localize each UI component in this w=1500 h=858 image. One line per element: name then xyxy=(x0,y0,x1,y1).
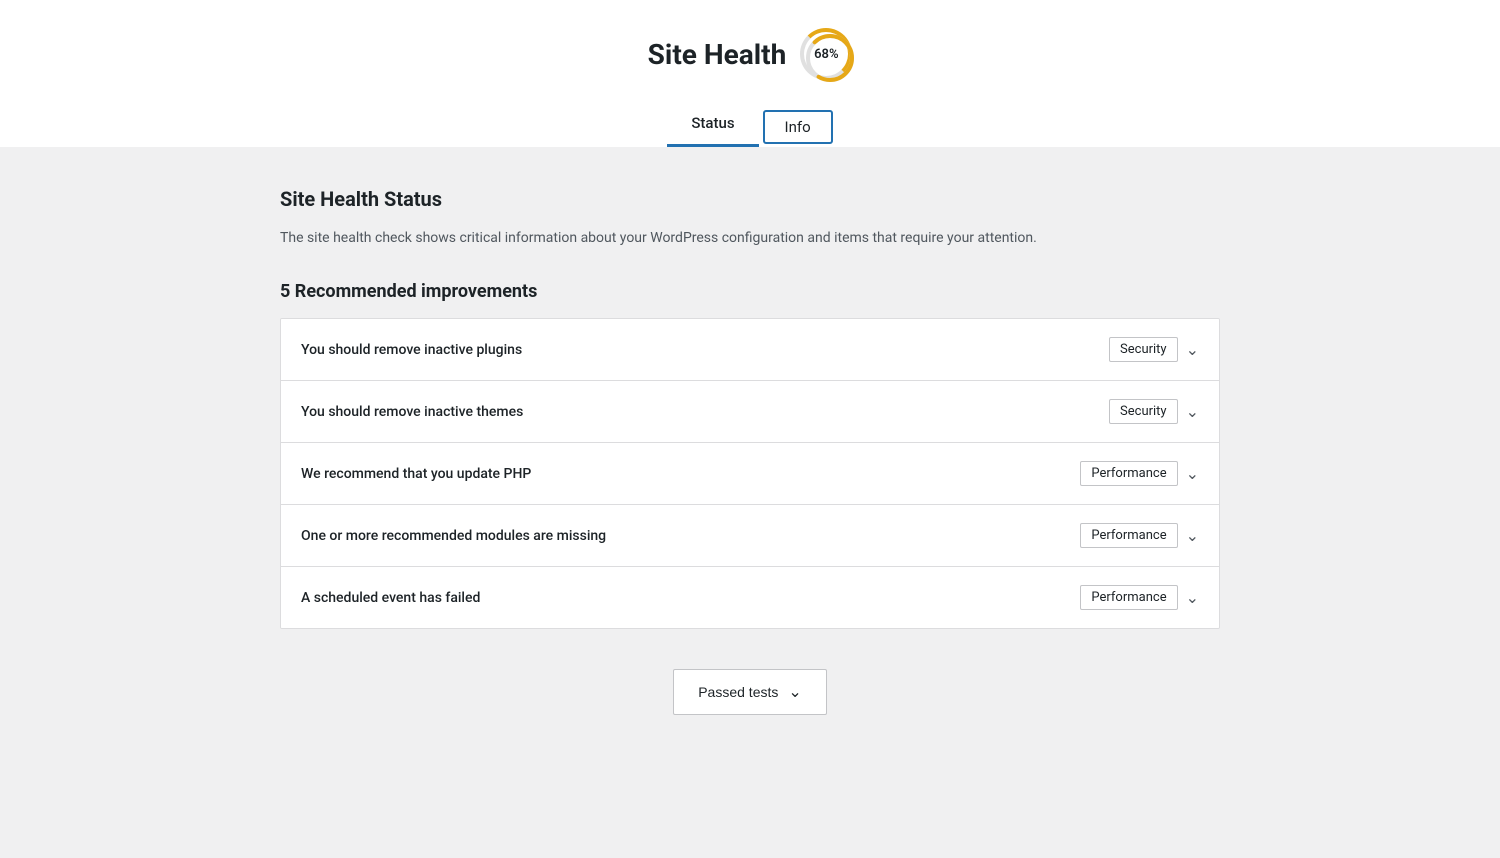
title-row: Site Health 68% xyxy=(648,28,853,80)
passed-tests-label: Passed tests xyxy=(698,684,778,700)
item-badge: Security xyxy=(1109,399,1178,424)
item-badge: Performance xyxy=(1080,585,1177,610)
chevron-down-icon[interactable]: ⌄ xyxy=(1186,526,1199,545)
item-label: A scheduled event has failed xyxy=(301,590,480,606)
tab-status[interactable]: Status xyxy=(667,104,758,147)
tabs-row: Status Info xyxy=(667,104,832,147)
chevron-down-icon[interactable]: ⌄ xyxy=(1186,588,1199,607)
item-right: Performance ⌄ xyxy=(1080,523,1199,548)
list-item: One or more recommended modules are miss… xyxy=(281,505,1219,567)
tab-info[interactable]: Info xyxy=(763,110,833,144)
chevron-down-icon[interactable]: ⌄ xyxy=(1186,402,1199,421)
item-label: You should remove inactive plugins xyxy=(301,342,522,358)
item-right: Security ⌄ xyxy=(1109,337,1199,362)
chevron-down-icon[interactable]: ⌄ xyxy=(1186,340,1199,359)
section-title: Site Health Status xyxy=(280,187,1220,211)
items-list: You should remove inactive plugins Secur… xyxy=(280,318,1220,629)
main-content: Site Health Status The site health check… xyxy=(260,147,1240,775)
page-title: Site Health xyxy=(648,38,787,71)
item-right: Performance ⌄ xyxy=(1080,461,1199,486)
list-item: You should remove inactive plugins Secur… xyxy=(281,319,1219,381)
passed-tests-section: Passed tests ⌄ xyxy=(280,669,1220,715)
score-badge: 68% xyxy=(800,28,852,80)
list-item: We recommend that you update PHP Perform… xyxy=(281,443,1219,505)
passed-tests-button[interactable]: Passed tests ⌄ xyxy=(673,669,827,715)
item-right: Security ⌄ xyxy=(1109,399,1199,424)
improvements-heading: 5 Recommended improvements xyxy=(280,281,1220,302)
item-label: One or more recommended modules are miss… xyxy=(301,528,606,544)
passed-tests-chevron-icon: ⌄ xyxy=(788,682,801,702)
list-item: A scheduled event has failed Performance… xyxy=(281,567,1219,628)
item-label: We recommend that you update PHP xyxy=(301,466,531,482)
item-badge: Performance xyxy=(1080,523,1177,548)
section-description: The site health check shows critical inf… xyxy=(280,227,1220,249)
score-text: 68% xyxy=(814,47,838,62)
item-right: Performance ⌄ xyxy=(1080,585,1199,610)
header: Site Health 68% Status Info xyxy=(0,0,1500,147)
chevron-down-icon[interactable]: ⌄ xyxy=(1186,464,1199,483)
item-badge: Performance xyxy=(1080,461,1177,486)
item-badge: Security xyxy=(1109,337,1178,362)
item-label: You should remove inactive themes xyxy=(301,404,523,420)
list-item: You should remove inactive themes Securi… xyxy=(281,381,1219,443)
